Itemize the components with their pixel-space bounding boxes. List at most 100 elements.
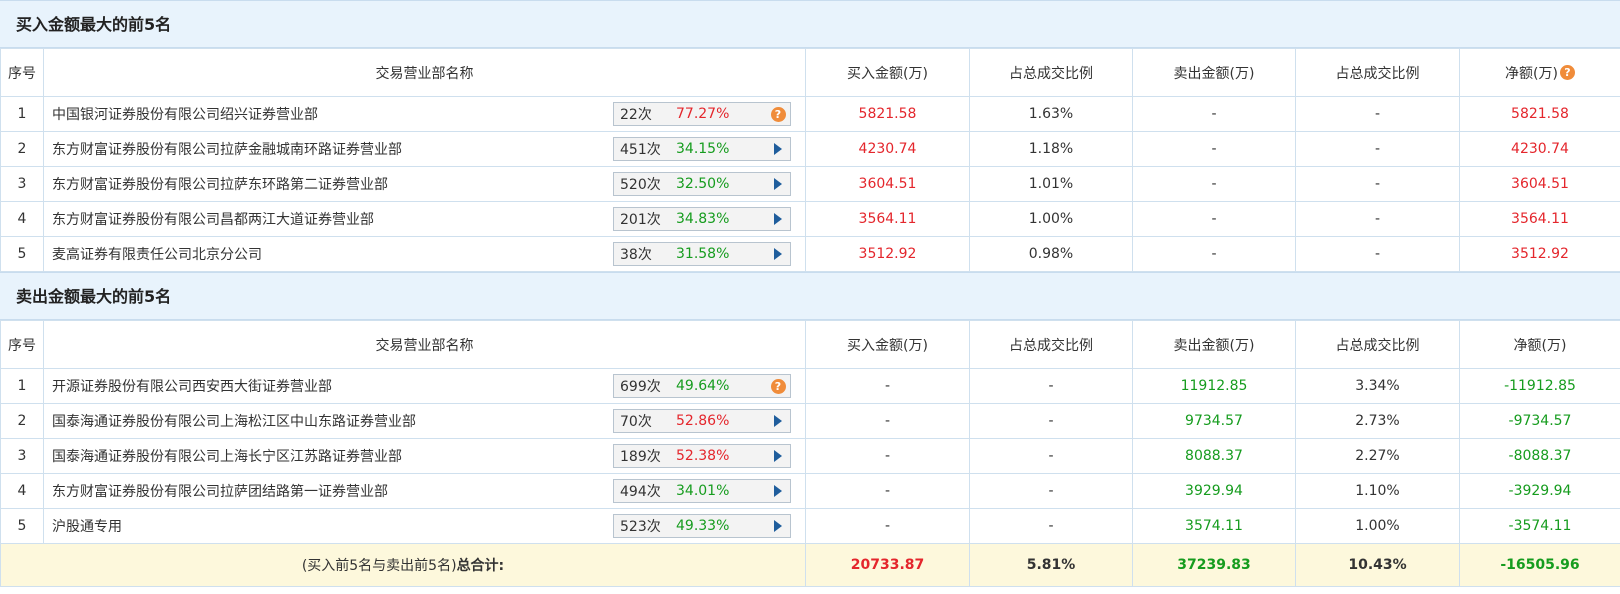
sell-ratio: 2.27% bbox=[1295, 438, 1460, 474]
arrow-right-icon[interactable] bbox=[774, 450, 782, 462]
summary-buy-total: 20733.87 bbox=[805, 543, 970, 587]
desk-name-link[interactable]: 东方财富证券股份有限公司昌都两江大道证券营业部 bbox=[52, 209, 374, 229]
question-icon[interactable]: ? bbox=[770, 106, 786, 122]
stat-icon-wrap bbox=[766, 248, 790, 260]
buy-amount: 3564.11 bbox=[805, 201, 970, 237]
win-rate: 77.27% bbox=[676, 106, 730, 122]
desk-name-link[interactable]: 东方财富证券股份有限公司拉萨团结路第一证券营业部 bbox=[52, 481, 388, 501]
desk-name-link[interactable]: 东方财富证券股份有限公司拉萨东环路第二证券营业部 bbox=[52, 174, 388, 194]
stat-icon-wrap bbox=[766, 415, 790, 427]
question-icon[interactable]: ? bbox=[770, 378, 786, 394]
summary-net-total: -16505.96 bbox=[1459, 543, 1620, 587]
summary-label-prefix: (买入前5名与卖出前5名) bbox=[301, 558, 457, 574]
listing-count: 523次 bbox=[620, 519, 661, 535]
buy-amount: - bbox=[805, 438, 970, 474]
buy-amount: 5821.58 bbox=[805, 96, 970, 132]
desk-cell: 东方财富证券股份有限公司昌都两江大道证券营业部 201次 34.83% bbox=[43, 201, 806, 237]
listing-count: 70次 bbox=[620, 414, 652, 430]
buy-amount: - bbox=[805, 508, 970, 544]
net-amount: 3604.51 bbox=[1459, 166, 1620, 202]
col-net-label: 净额(万) bbox=[1505, 65, 1558, 82]
buy-amount: 3512.92 bbox=[805, 236, 970, 272]
sell-ratio: - bbox=[1295, 96, 1460, 132]
win-rate: 34.01% bbox=[676, 483, 730, 499]
desk-stat-box[interactable]: 520次 32.50% bbox=[613, 172, 791, 196]
summary-sell-total: 37239.83 bbox=[1132, 543, 1296, 587]
row-index: 5 bbox=[0, 508, 44, 544]
desk-name-link[interactable]: 国泰海通证券股份有限公司上海松江区中山东路证券营业部 bbox=[52, 411, 416, 431]
desk-stat-box[interactable]: 201次 34.83% bbox=[613, 207, 791, 231]
sell-ratio: - bbox=[1295, 236, 1460, 272]
col-desk-name: 交易营业部名称 bbox=[43, 48, 806, 97]
arrow-right-icon[interactable] bbox=[774, 143, 782, 155]
summary-label-total: 总合计: bbox=[456, 558, 505, 574]
net-amount: -3574.11 bbox=[1459, 508, 1620, 544]
sell-amount: - bbox=[1132, 201, 1296, 237]
listing-count: 201次 bbox=[620, 212, 661, 228]
desk-name-link[interactable]: 国泰海通证券股份有限公司上海长宁区江苏路证券营业部 bbox=[52, 446, 402, 466]
desk-name-link[interactable]: 沪股通专用 bbox=[52, 516, 122, 536]
desk-stat-box[interactable]: 451次 34.15% bbox=[613, 137, 791, 161]
sell-table-body: 1 开源证券股份有限公司西安西大街证券营业部 699次 49.64%? - -11912.… bbox=[0, 368, 1620, 544]
row-index: 4 bbox=[0, 473, 44, 509]
stat-icon-wrap bbox=[766, 450, 790, 462]
desk-cell: 中国银河证券股份有限公司绍兴证券营业部 22次 77.27%? bbox=[43, 96, 806, 132]
win-rate: 52.38% bbox=[676, 448, 730, 464]
row-index: 4 bbox=[0, 201, 44, 237]
desk-stat-box[interactable]: 70次 52.86% bbox=[613, 409, 791, 433]
question-icon[interactable]: ? bbox=[1559, 64, 1575, 80]
desk-name-link[interactable]: 中国银河证券股份有限公司绍兴证券营业部 bbox=[52, 104, 318, 124]
net-amount: 3512.92 bbox=[1459, 236, 1620, 272]
row-index: 3 bbox=[0, 166, 44, 202]
stat-icon-wrap: ? bbox=[766, 378, 790, 394]
net-amount: -9734.57 bbox=[1459, 403, 1620, 439]
desk-cell: 开源证券股份有限公司西安西大街证券营业部 699次 49.64%? bbox=[43, 368, 806, 404]
col-buy-amount: 买入金额(万) bbox=[805, 320, 970, 369]
sell-amount: 9734.57 bbox=[1132, 403, 1296, 439]
col-sell-amount: 卖出金额(万) bbox=[1132, 320, 1296, 369]
sell-ratio: - bbox=[1295, 166, 1460, 202]
desk-stat-box[interactable]: 494次 34.01% bbox=[613, 479, 791, 503]
arrow-right-icon[interactable] bbox=[774, 213, 782, 225]
arrow-right-icon[interactable] bbox=[774, 248, 782, 260]
buy-ratio: - bbox=[969, 438, 1133, 474]
table-row: 3 东方财富证券股份有限公司拉萨东环路第二证券营业部 520次 32.50% 3604.… bbox=[0, 166, 1620, 202]
desk-stat-box[interactable]: 189次 52.38% bbox=[613, 444, 791, 468]
row-index: 5 bbox=[0, 236, 44, 272]
buy-amount: - bbox=[805, 368, 970, 404]
arrow-right-icon[interactable] bbox=[774, 520, 782, 532]
desk-stat-box[interactable]: 38次 31.58% bbox=[613, 242, 791, 266]
buy-ratio: 1.01% bbox=[969, 166, 1133, 202]
stat-icon-wrap bbox=[766, 520, 790, 532]
sell-amount: - bbox=[1132, 131, 1296, 167]
desk-cell: 麦高证券有限责任公司北京分公司 38次 31.58% bbox=[43, 236, 806, 272]
desk-name-link[interactable]: 麦高证券有限责任公司北京分公司 bbox=[52, 244, 262, 264]
desk-name-link[interactable]: 开源证券股份有限公司西安西大街证券营业部 bbox=[52, 376, 332, 396]
arrow-right-icon[interactable] bbox=[774, 178, 782, 190]
win-rate: 52.86% bbox=[676, 413, 730, 429]
desk-stat-box[interactable]: 523次 49.33% bbox=[613, 514, 791, 538]
desk-cell: 东方财富证券股份有限公司拉萨东环路第二证券营业部 520次 32.50% bbox=[43, 166, 806, 202]
buy-ratio: - bbox=[969, 508, 1133, 544]
desk-name-link[interactable]: 东方财富证券股份有限公司拉萨金融城南环路证券营业部 bbox=[52, 139, 402, 159]
win-rate: 31.58% bbox=[676, 246, 730, 262]
stat-icon-wrap bbox=[766, 485, 790, 497]
stat-icon-wrap bbox=[766, 213, 790, 225]
desk-stat-box[interactable]: 22次 77.27%? bbox=[613, 102, 791, 126]
win-rate: 34.15% bbox=[676, 141, 730, 157]
listing-count: 38次 bbox=[620, 247, 652, 263]
col-net-amount: 净额(万)? bbox=[1459, 48, 1620, 97]
summary-label: (买入前5名与卖出前5名)总合计: bbox=[0, 543, 806, 587]
table-row: 3 国泰海通证券股份有限公司上海长宁区江苏路证券营业部 189次 52.38% - -80… bbox=[0, 438, 1620, 474]
net-amount: -8088.37 bbox=[1459, 438, 1620, 474]
desk-stat-box[interactable]: 699次 49.64%? bbox=[613, 374, 791, 398]
arrow-right-icon[interactable] bbox=[774, 415, 782, 427]
arrow-right-icon[interactable] bbox=[774, 485, 782, 497]
buy-table-body: 1 中国银河证券股份有限公司绍兴证券营业部 22次 77.27%? 5821.58 1.6… bbox=[0, 96, 1620, 272]
row-index: 1 bbox=[0, 96, 44, 132]
buy-ratio: - bbox=[969, 403, 1133, 439]
table-row: 1 中国银河证券股份有限公司绍兴证券营业部 22次 77.27%? 5821.58 1.6… bbox=[0, 96, 1620, 132]
col-index: 序号 bbox=[0, 48, 44, 97]
sell-ratio: - bbox=[1295, 201, 1460, 237]
table-row: 2 东方财富证券股份有限公司拉萨金融城南环路证券营业部 451次 34.15% 4230… bbox=[0, 131, 1620, 167]
